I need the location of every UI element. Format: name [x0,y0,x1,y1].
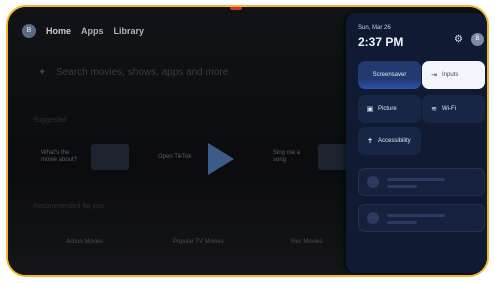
tile-label: Screensaver [372,72,407,78]
suggestion-tile[interactable]: Open TikTok [158,154,208,161]
suggestion-thumbnail [318,144,348,170]
tv-screen: B Home Apps Library ✦ Search movies, sho… [8,7,487,275]
category-item[interactable]: Action Movies [66,239,103,245]
placeholder-line [387,185,417,188]
accessibility-tile[interactable]: ✝ Accessibility [358,127,421,155]
wifi-icon: ≋ [431,106,437,113]
suggestion-tile[interactable]: What's the movie about? [41,150,81,164]
placeholder-line [387,178,445,181]
placeholder-card[interactable] [358,204,485,232]
top-nav: B Home Apps Library [22,21,144,41]
picture-icon: ▣ [366,106,374,113]
avatar[interactable]: B [471,33,484,46]
section-title: Recommended for you [33,203,104,210]
suggestion-thumbnail [91,144,129,170]
sparkle-icon: ✦ [38,66,47,78]
category-item[interactable]: Rec Movies [291,239,322,245]
input-icon: ⇥ [431,72,437,79]
tile-label: Picture [378,106,397,112]
quick-settings-panel: Sun, Mar 26 2:37 PM ⚙ B Screensaver ⇥ In… [346,13,487,273]
suggestion-row: What's the movie about? Open TikTok Sing… [33,140,353,180]
gear-icon[interactable]: ⚙ [454,35,464,45]
date-label: Sun, Mar 26 [358,25,391,31]
placeholder-card[interactable] [358,168,485,196]
play-icon [208,143,234,175]
section-title: Suggested [33,117,67,124]
nav-item-apps[interactable]: Apps [81,26,104,36]
wifi-tile[interactable]: ≋ Wi-Fi [422,95,485,123]
tile-label: Accessibility [378,138,411,144]
search-placeholder: Search movies, shows, apps and more [56,67,229,78]
time-label: 2:37 PM [358,35,404,49]
camera-indicator [230,7,242,10]
nav-item-library[interactable]: Library [114,26,145,36]
inputs-tile[interactable]: ⇥ Inputs [422,61,485,89]
search-bar[interactable]: ✦ Search movies, shows, apps and more [38,67,228,78]
wave-graphic [358,79,421,89]
screensaver-tile[interactable]: Screensaver [358,61,421,89]
tile-label: Inputs [442,72,459,78]
placeholder-line [387,214,445,217]
picture-tile[interactable]: ▣ Picture [358,95,421,123]
accessibility-icon: ✝ [367,138,373,145]
avatar[interactable]: B [22,24,36,38]
tv-frame: B Home Apps Library ✦ Search movies, sho… [6,5,489,277]
nav-item-home[interactable]: Home [46,26,71,36]
placeholder-circle [367,212,379,224]
placeholder-line [387,221,417,224]
placeholder-circle [367,176,379,188]
tile-label: Wi-Fi [442,106,456,112]
suggestion-tile[interactable]: Sing me a song [273,150,313,164]
category-item[interactable]: Popular TV Movies [173,239,224,245]
